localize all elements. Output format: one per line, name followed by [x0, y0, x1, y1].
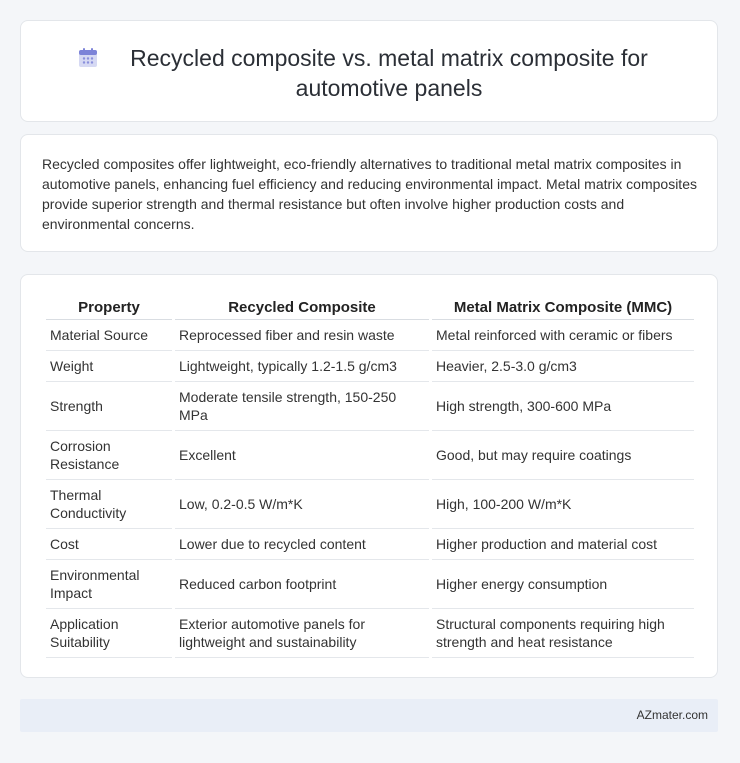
intro-card: Recycled composites offer lightweight, e…	[20, 134, 718, 252]
intro-paragraph: Recycled composites offer lightweight, e…	[42, 156, 697, 232]
recycled-cell: Reduced carbon footprint	[175, 560, 429, 609]
table-row: Weight Lightweight, typically 1.2-1.5 g/…	[46, 351, 694, 382]
mmc-cell: Good, but may require coatings	[432, 431, 694, 480]
mmc-cell: High, 100-200 W/m*K	[432, 480, 694, 529]
recycled-cell: Low, 0.2-0.5 W/m*K	[175, 480, 429, 529]
property-cell: Corrosion Resistance	[46, 431, 172, 480]
recycled-cell: Moderate tensile strength, 150-250 MPa	[175, 382, 429, 431]
footer-bar: AZmater.com	[20, 699, 718, 732]
property-cell: Thermal Conductivity	[46, 480, 172, 529]
property-cell: Strength	[46, 382, 172, 431]
header-metal-matrix-composite: Metal Matrix Composite (MMC)	[432, 295, 694, 320]
table-row: Corrosion Resistance Excellent Good, but…	[46, 431, 694, 480]
mmc-cell: Higher production and material cost	[432, 529, 694, 560]
property-cell: Material Source	[46, 320, 172, 351]
title-card: Recycled composite vs. metal matrix comp…	[20, 20, 718, 122]
table-row: Environmental Impact Reduced carbon foot…	[46, 560, 694, 609]
recycled-cell: Excellent	[175, 431, 429, 480]
table-row: Application Suitability Exterior automot…	[46, 609, 694, 658]
header-property: Property	[46, 295, 172, 320]
footer-site-name: AZmater.com	[636, 708, 708, 722]
mmc-cell: Metal reinforced with ceramic or fibers	[432, 320, 694, 351]
comparison-table-card: Property Recycled Composite Metal Matrix…	[20, 274, 718, 678]
recycled-cell: Lightweight, typically 1.2-1.5 g/cm3	[175, 351, 429, 382]
recycled-cell: Reprocessed fiber and resin waste	[175, 320, 429, 351]
mmc-cell: High strength, 300-600 MPa	[432, 382, 694, 431]
recycled-cell: Lower due to recycled content	[175, 529, 429, 560]
property-cell: Cost	[46, 529, 172, 560]
comparison-table: Property Recycled Composite Metal Matrix…	[43, 295, 697, 658]
table-header-row: Property Recycled Composite Metal Matrix…	[46, 295, 694, 320]
page-title: Recycled composite vs. metal matrix comp…	[130, 45, 648, 101]
mmc-cell: Higher energy consumption	[432, 560, 694, 609]
mmc-cell: Structural components requiring high str…	[432, 609, 694, 658]
table-row: Strength Moderate tensile strength, 150-…	[46, 382, 694, 431]
table-row: Thermal Conductivity Low, 0.2-0.5 W/m*K …	[46, 480, 694, 529]
table-row: Cost Lower due to recycled content Highe…	[46, 529, 694, 560]
property-cell: Application Suitability	[46, 609, 172, 658]
recycled-cell: Exterior automotive panels for lightweig…	[175, 609, 429, 658]
table-row: Material Source Reprocessed fiber and re…	[46, 320, 694, 351]
mmc-cell: Heavier, 2.5-3.0 g/cm3	[432, 351, 694, 382]
property-cell: Environmental Impact	[46, 560, 172, 609]
property-cell: Weight	[46, 351, 172, 382]
header-recycled-composite: Recycled Composite	[175, 295, 429, 320]
